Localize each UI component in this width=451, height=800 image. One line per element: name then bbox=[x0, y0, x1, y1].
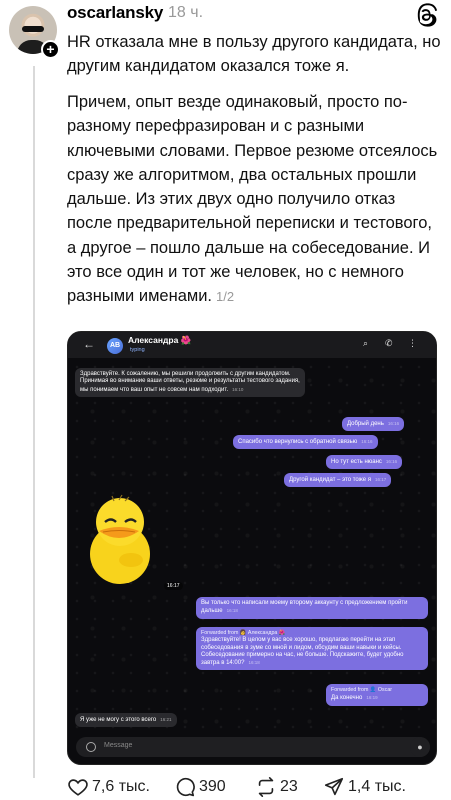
message-time: 16:21 bbox=[160, 717, 172, 722]
emoji-icon bbox=[86, 742, 96, 752]
contact-name: Александра 🌺 bbox=[128, 335, 192, 345]
message-text: Спасибо что вернулись с обратной связью bbox=[238, 439, 358, 445]
message-time: 16:16 bbox=[387, 421, 400, 426]
comment-button[interactable]: 390 bbox=[174, 776, 226, 798]
message-text: Я уже не могу с этого всего bbox=[80, 717, 157, 723]
message-outgoing: Вы только что написали моему второму акк… bbox=[196, 597, 428, 619]
repost-icon bbox=[258, 777, 274, 797]
message-outgoing: Другой кандидат – это тоже я 16:17 bbox=[284, 473, 392, 488]
contact-avatar: АВ bbox=[107, 338, 123, 354]
message-input: Message ⌀ bbox=[76, 737, 430, 757]
post-paragraph-1: HR отказала мне в пользу другого кандида… bbox=[67, 33, 441, 75]
post-actions: 7,6 тыс. 390 23 1,4 тыс. bbox=[67, 776, 437, 800]
message-text: Да конечно bbox=[331, 695, 363, 702]
message-incoming: Здравствуйте. К сожалению, мы решили про… bbox=[75, 368, 305, 397]
heart-icon bbox=[68, 779, 88, 796]
back-arrow-icon: ← bbox=[83, 337, 95, 351]
message-time: 16:18 bbox=[226, 608, 238, 614]
message-outgoing: Спасибо что вернулись с обратной связью 1… bbox=[233, 435, 378, 450]
post-time: 18 ч. bbox=[168, 4, 204, 21]
forwarded-label: Forwarded from 👩 Александра 🌺 bbox=[201, 630, 286, 636]
repost-button[interactable]: 23 bbox=[255, 776, 298, 798]
sticker-time: 16:17 bbox=[164, 582, 183, 590]
message-time: 16:16 bbox=[385, 459, 398, 464]
follow-plus-icon[interactable]: + bbox=[41, 40, 60, 59]
message-outgoing: Но тут есть нюанс 16:16 bbox=[326, 455, 403, 470]
search-icon: ⌕ bbox=[363, 338, 369, 348]
message-text: Здравствуйте. К сожалению, мы решили про… bbox=[80, 371, 300, 393]
phone-icon: ✆ bbox=[385, 338, 393, 348]
image-pager: 1/2 bbox=[216, 289, 235, 305]
chat-screenshot[interactable]: ← АВ Александра 🌺 typing ⌕ ✆ ⋮ Здравству… bbox=[67, 331, 437, 765]
share-button[interactable]: 1,4 тыс. bbox=[323, 776, 406, 798]
message-time: 16:19 bbox=[366, 695, 378, 701]
message-time: 16:17 bbox=[374, 477, 387, 482]
comment-icon bbox=[176, 777, 195, 797]
send-icon bbox=[324, 777, 344, 796]
chat-header: ← АВ Александра 🌺 typing ⌕ ✆ ⋮ bbox=[68, 332, 436, 358]
threads-logo-icon[interactable] bbox=[414, 3, 438, 27]
more-icon: ⋮ bbox=[408, 338, 417, 348]
repost-count: 23 bbox=[280, 778, 298, 795]
post-paragraph-2: Причем, опыт везде одинаковый, просто по… bbox=[67, 93, 438, 306]
thread-line bbox=[33, 66, 35, 778]
post-text-2: Причем, опыт везде одинаковый, просто по… bbox=[67, 90, 443, 310]
share-count: 1,4 тыс. bbox=[348, 778, 406, 795]
message-time: 16:18 bbox=[248, 660, 260, 666]
message-forwarded: Forwarded from 👩 Александра 🌺 Здравствуйт… bbox=[196, 627, 428, 671]
message-text: Другой кандидат – это тоже я bbox=[289, 477, 371, 483]
comment-count: 390 bbox=[199, 778, 226, 795]
like-count: 7,6 тыс. bbox=[92, 778, 150, 795]
message-time: 16:10 bbox=[232, 386, 244, 392]
message-forwarded: Forwarded from 👤 Oscar Да конечно 16:19 bbox=[326, 684, 428, 706]
like-button[interactable]: 7,6 тыс. bbox=[67, 776, 150, 798]
mic-icon: ● bbox=[410, 737, 430, 757]
username[interactable]: oscarlansky bbox=[67, 3, 163, 23]
duck-sticker-icon bbox=[90, 494, 150, 584]
message-outgoing: Добрый день 16:16 bbox=[342, 417, 405, 432]
forwarded-label: Forwarded from 👤 Oscar bbox=[331, 687, 393, 693]
message-text: Здравствуйте! В целом у вас все хорошо, … bbox=[201, 637, 404, 667]
post-text-1: HR отказала мне в пользу другого кандида… bbox=[67, 30, 443, 78]
contact-status: typing bbox=[130, 347, 145, 353]
message-text: Добрый день bbox=[347, 421, 384, 427]
message-incoming: Я уже не могу с этого всего 16:21 bbox=[75, 713, 177, 728]
message-text: Но тут есть нюанс bbox=[331, 459, 382, 465]
message-placeholder: Message bbox=[104, 742, 133, 749]
message-time: 16:16 bbox=[361, 439, 373, 444]
avatar-glasses bbox=[22, 26, 44, 32]
